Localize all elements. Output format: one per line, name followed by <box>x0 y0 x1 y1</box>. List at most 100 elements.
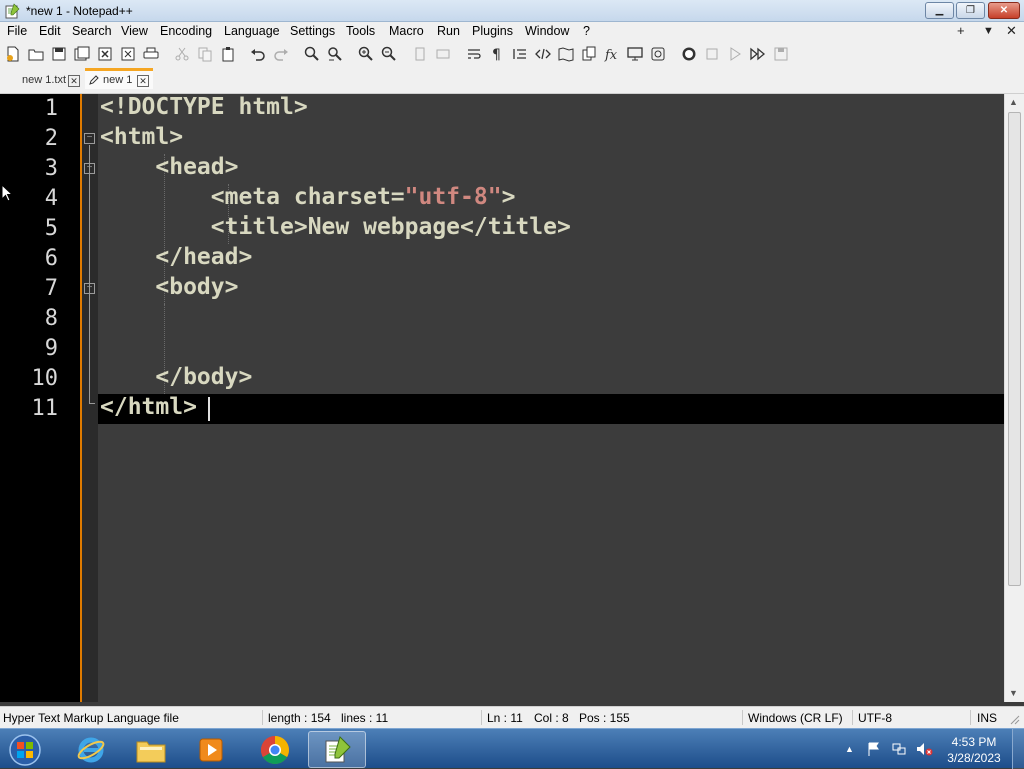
status-insert-mode: INS <box>977 711 998 725</box>
tab-list-dropdown-icon[interactable]: ▼ <box>983 25 994 37</box>
tab-new-1-active[interactable]: new 1 ✕ <box>85 68 153 89</box>
document-list-icon[interactable] <box>580 45 598 63</box>
notepadpp-icon <box>325 735 351 762</box>
zoom-out-icon[interactable] <box>380 45 398 63</box>
status-bar: Hyper Text Markup Language file length :… <box>0 706 1024 728</box>
clock-time[interactable]: 4:53 PM <box>946 735 1002 749</box>
svg-text:¶: ¶ <box>492 47 501 62</box>
vertical-scrollbar[interactable]: ▲ ▼ <box>1004 94 1024 702</box>
tab-close-icon[interactable]: ✕ <box>137 75 149 87</box>
close-file-icon[interactable] <box>96 45 114 63</box>
save-icon[interactable] <box>50 45 68 63</box>
record-macro-icon[interactable] <box>680 45 698 63</box>
clock-date[interactable]: 3/28/2023 <box>946 751 1002 765</box>
internet-explorer-icon <box>77 737 105 762</box>
sync-horizontal-icon[interactable] <box>434 45 452 63</box>
code-editor[interactable]: <!DOCTYPE html> <html> <head> <meta char… <box>98 94 1004 702</box>
scroll-up-arrow-icon[interactable]: ▲ <box>1009 97 1018 107</box>
status-eol[interactable]: Windows (CR LF) <box>748 711 843 725</box>
code-line-5: <title>New webpage</title> <box>100 214 571 240</box>
status-separator <box>970 710 971 725</box>
fold-toggle-html[interactable]: − <box>84 133 95 144</box>
run-macro-multiple-icon[interactable] <box>749 45 767 63</box>
taskbar-chrome[interactable] <box>246 731 304 768</box>
replace-icon[interactable] <box>326 45 344 63</box>
save-macro-icon[interactable] <box>772 45 790 63</box>
tray-expand-icon[interactable]: ▲ <box>845 744 854 754</box>
print-icon[interactable] <box>142 45 160 63</box>
tab-new-1-txt[interactable]: new 1.txt ✕ <box>4 71 84 92</box>
current-line-highlight <box>98 394 1004 424</box>
fold-toggle-body[interactable]: − <box>84 283 95 294</box>
stop-macro-icon[interactable] <box>703 45 721 63</box>
menu-settings[interactable]: Settings <box>290 24 335 38</box>
cut-icon[interactable] <box>173 45 191 63</box>
menu-plugins[interactable]: Plugins <box>472 24 513 38</box>
fold-end-mark <box>89 403 95 404</box>
menu-bar: File Edit Search View Encoding Language … <box>0 22 1024 42</box>
code-line-11: </html> <box>100 394 197 420</box>
save-all-icon[interactable] <box>73 45 91 63</box>
taskbar-notepadpp[interactable] <box>308 731 366 768</box>
action-center-flag-icon[interactable] <box>866 741 882 757</box>
scroll-down-arrow-icon[interactable]: ▼ <box>1009 688 1018 698</box>
copy-icon[interactable] <box>196 45 214 63</box>
zoom-in-icon[interactable] <box>357 45 375 63</box>
modified-pencil-icon <box>89 75 99 85</box>
redo-icon[interactable] <box>272 45 290 63</box>
menu-macro[interactable]: Macro <box>389 24 424 38</box>
text-caret <box>208 397 210 421</box>
show-all-characters-icon[interactable]: ¶ <box>488 45 506 63</box>
paste-icon[interactable] <box>219 45 237 63</box>
line-number: 2 <box>44 126 58 151</box>
taskbar-file-explorer[interactable] <box>122 731 180 768</box>
resize-grip-icon[interactable] <box>1008 713 1020 725</box>
maximize-button[interactable]: ❐ <box>956 2 985 19</box>
status-separator <box>742 710 743 725</box>
indent-guide-icon[interactable] <box>511 45 529 63</box>
status-encoding[interactable]: UTF-8 <box>858 711 892 725</box>
show-desktop-button[interactable] <box>1012 729 1024 769</box>
network-icon[interactable] <box>891 741 907 757</box>
start-button[interactable] <box>0 731 50 768</box>
close-all-icon[interactable] <box>119 45 137 63</box>
code-line-7: <body> <box>100 274 239 300</box>
play-macro-icon[interactable] <box>726 45 744 63</box>
taskbar-internet-explorer[interactable] <box>62 731 120 768</box>
menu-run[interactable]: Run <box>437 24 460 38</box>
notepadpp-app-icon <box>5 3 20 19</box>
close-window-button[interactable]: ✕ <box>988 2 1020 19</box>
menu-language[interactable]: Language <box>224 24 280 38</box>
monitoring-icon[interactable] <box>649 45 667 63</box>
fold-toggle-head[interactable]: − <box>84 163 95 174</box>
menu-help[interactable]: ? <box>583 24 590 38</box>
folder-as-workspace-icon[interactable] <box>626 45 644 63</box>
menu-tools[interactable]: Tools <box>346 24 375 38</box>
line-number: 3 <box>44 156 58 181</box>
code-line-6: </head> <box>100 244 253 270</box>
menu-window[interactable]: Window <box>525 24 569 38</box>
open-file-icon[interactable] <box>27 45 45 63</box>
tab-close-icon[interactable]: ✕ <box>68 75 80 87</box>
close-document-icon[interactable]: ✕ <box>1006 23 1017 39</box>
menu-encoding[interactable]: Encoding <box>160 24 212 38</box>
volume-muted-icon[interactable] <box>915 741 933 757</box>
menu-search[interactable]: Search <box>72 24 112 38</box>
find-icon[interactable] <box>303 45 321 63</box>
document-map-icon[interactable] <box>557 45 575 63</box>
code-tag-icon[interactable] <box>534 45 552 63</box>
menu-view[interactable]: View <box>121 24 148 38</box>
undo-icon[interactable] <box>249 45 267 63</box>
menu-file[interactable]: File <box>7 24 27 38</box>
word-wrap-icon[interactable] <box>465 45 483 63</box>
scrollbar-thumb[interactable] <box>1008 112 1021 586</box>
minimize-button[interactable]: ▁ <box>925 2 954 19</box>
status-file-type: Hyper Text Markup Language file <box>3 711 179 725</box>
function-list-icon[interactable]: fx <box>603 45 621 63</box>
new-tab-plus-icon[interactable]: + <box>957 23 965 38</box>
status-separator <box>262 710 263 725</box>
menu-edit[interactable]: Edit <box>39 24 61 38</box>
taskbar-media-player[interactable] <box>182 731 240 768</box>
new-file-icon[interactable] <box>4 45 22 63</box>
sync-vertical-icon[interactable] <box>411 45 429 63</box>
